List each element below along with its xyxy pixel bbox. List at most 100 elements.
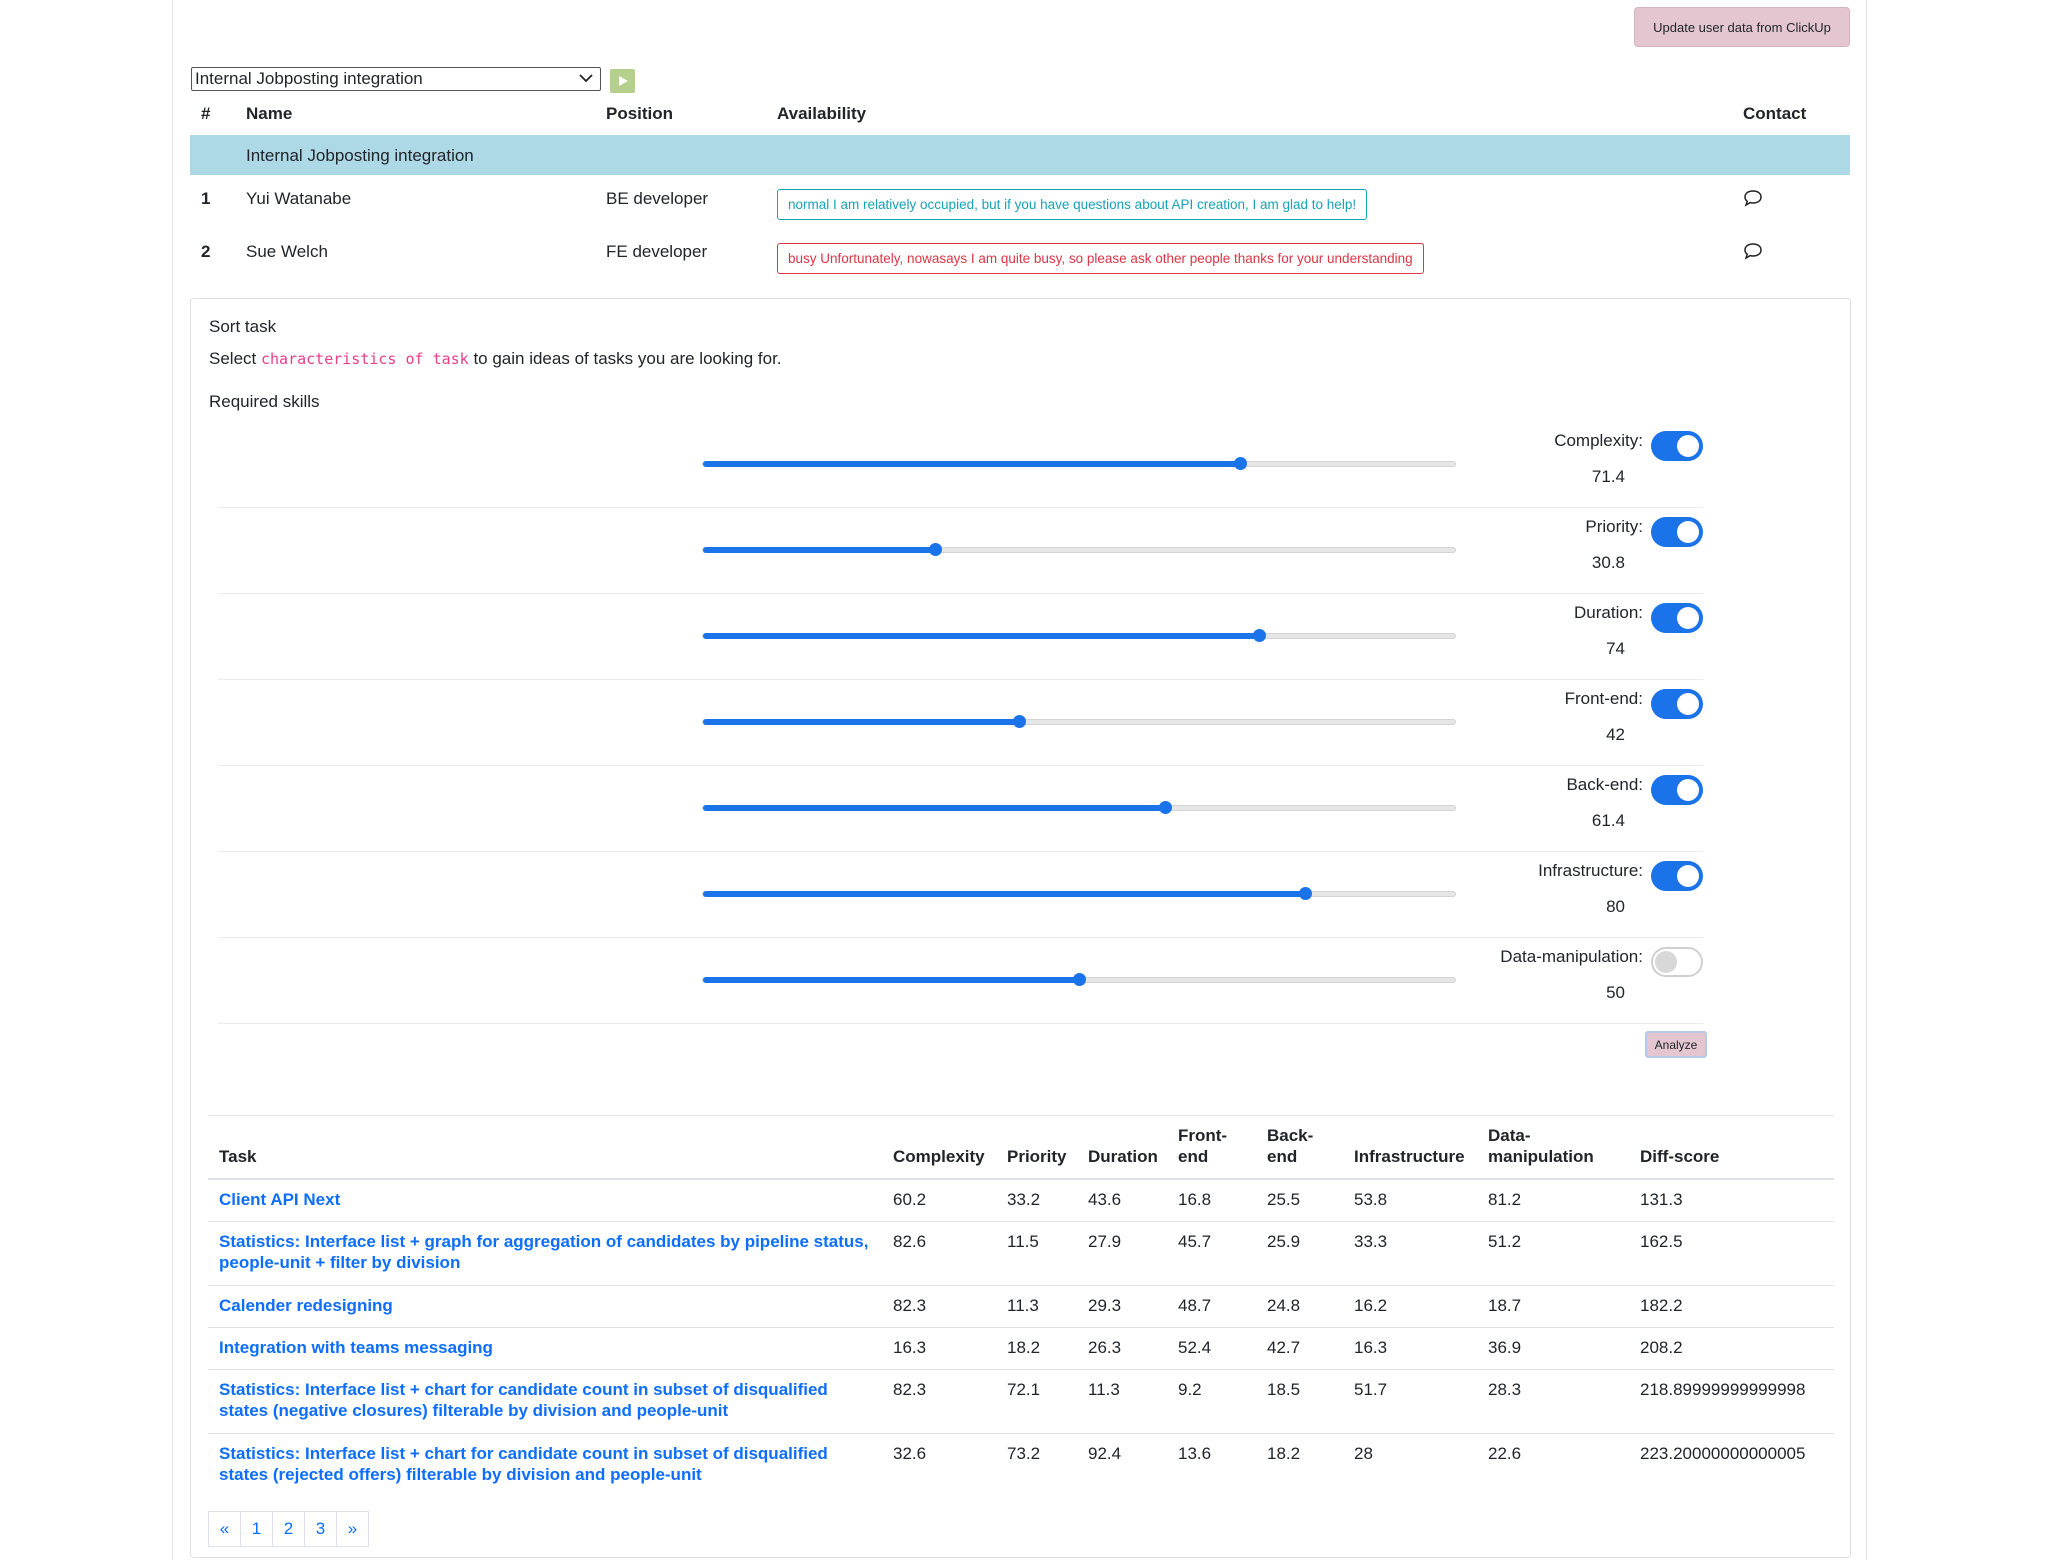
required-skills-label: Required skills (209, 392, 320, 411)
slider-handle[interactable] (928, 543, 942, 556)
pagination-page-2[interactable]: 2 (272, 1511, 305, 1547)
cell-diffscore: 131.3 (1640, 1190, 1683, 1209)
task-link[interactable]: Integration with teams messaging (219, 1338, 493, 1357)
intro-suffix: to gain ideas of tasks you are looking f… (473, 349, 782, 368)
update-user-data-button[interactable]: Update user data from ClickUp (1634, 7, 1850, 47)
pagination-page-1[interactable]: 1 (240, 1511, 273, 1547)
slider-handle[interactable] (1073, 973, 1086, 986)
slider-fill (703, 977, 1079, 983)
cell-priority: 33.2 (1007, 1190, 1041, 1209)
slider-fill (703, 633, 1260, 639)
member-name: Sue Welch (246, 242, 328, 261)
cell-datamanipulation: 81.2 (1488, 1190, 1522, 1209)
cell-diffscore: 218.89999999999998 (1640, 1380, 1806, 1399)
skill-toggle[interactable] (1651, 861, 1703, 891)
skill-toggle[interactable] (1651, 603, 1703, 633)
cell-duration: 43.6 (1088, 1190, 1122, 1209)
analyze-button[interactable]: Analyze (1645, 1031, 1707, 1058)
skill-slider[interactable] (702, 973, 1456, 986)
slider-handle[interactable] (1253, 629, 1267, 642)
task-link[interactable]: Statistics: Interface list + chart for c… (219, 1444, 828, 1484)
th-duration: Duration (1088, 1147, 1158, 1166)
slider-handle[interactable] (1012, 715, 1026, 728)
chat-icon[interactable] (1743, 241, 1763, 261)
team-group-label: Internal Jobposting integration (246, 146, 474, 165)
task-link[interactable]: Calender redesigning (219, 1296, 393, 1315)
pagination-prev[interactable]: « (208, 1511, 241, 1547)
member-number: 2 (201, 242, 211, 261)
skill-toggle[interactable] (1651, 775, 1703, 805)
cell-diffscore: 223.20000000000005 (1640, 1444, 1806, 1463)
skill-row-front-end: Front-end: 42 (218, 679, 1703, 766)
pagination: « 1 2 3 » (208, 1511, 369, 1547)
cell-frontend: 52.4 (1178, 1338, 1212, 1357)
cell-datamanipulation: 28.3 (1488, 1380, 1522, 1399)
pagination-page-3[interactable]: 3 (304, 1511, 337, 1547)
skill-value: 30.8 (1591, 553, 1625, 572)
task-link[interactable]: Statistics: Interface list + graph for a… (219, 1232, 868, 1272)
task-link[interactable]: Client API Next (219, 1190, 340, 1209)
skill-slider[interactable] (702, 629, 1456, 642)
skill-row-infrastructure: Infrastructure: 80 (218, 851, 1703, 938)
slider-handle[interactable] (1158, 801, 1172, 814)
cell-diffscore: 208.2 (1640, 1338, 1683, 1357)
skill-toggle[interactable] (1651, 947, 1703, 977)
table-header-rule (208, 1178, 1834, 1180)
skill-value: 50 (1606, 983, 1625, 1002)
play-button[interactable] (610, 69, 635, 93)
cell-duration: 11.3 (1088, 1380, 1120, 1399)
cell-backend: 18.5 (1267, 1380, 1301, 1399)
chat-icon[interactable] (1743, 188, 1763, 208)
availability-badge: normal I am relatively occupied, but if … (777, 189, 1368, 220)
skill-toggle[interactable] (1651, 689, 1703, 719)
task-link[interactable]: Statistics: Interface list + chart for c… (219, 1380, 828, 1420)
row-divider (208, 1221, 1834, 1222)
cell-priority: 72.1 (1007, 1380, 1041, 1399)
skill-label: Priority: (1585, 517, 1643, 536)
skill-label: Back-end: (1566, 775, 1643, 794)
skill-value: 80 (1606, 897, 1625, 916)
skill-label: Complexity: (1554, 431, 1643, 450)
skill-toggle[interactable] (1651, 517, 1703, 547)
skill-value: 74 (1606, 639, 1625, 658)
toggle-knob (1677, 779, 1699, 801)
cell-backend: 25.5 (1267, 1190, 1301, 1209)
slider-handle[interactable] (1298, 887, 1312, 900)
cell-infrastructure: 28 (1354, 1444, 1373, 1463)
cell-duration: 27.9 (1088, 1232, 1122, 1251)
toggle-knob (1677, 607, 1699, 629)
cell-complexity: 82.6 (893, 1232, 927, 1251)
cell-datamanipulation: 22.6 (1488, 1444, 1522, 1463)
th-priority: Priority (1007, 1147, 1067, 1166)
skill-slider[interactable] (702, 715, 1456, 728)
cell-priority: 18.2 (1007, 1338, 1041, 1357)
skill-slider[interactable] (702, 457, 1456, 470)
th-complexity: Complexity (893, 1147, 985, 1166)
cell-datamanipulation: 36.9 (1488, 1338, 1522, 1357)
availability-badge: busy Unfortunately, nowasays I am quite … (777, 243, 1424, 274)
th-infrastructure: Infrastructure (1354, 1147, 1465, 1166)
cell-complexity: 82.3 (893, 1296, 927, 1315)
sort-task-intro: Select characteristics of task to gain i… (209, 349, 782, 369)
project-select[interactable]: Internal Jobposting integration (191, 67, 601, 91)
th-diffscore: Diff-score (1640, 1147, 1720, 1166)
skill-toggle[interactable] (1651, 431, 1703, 461)
cell-complexity: 16.3 (893, 1338, 927, 1357)
cell-frontend: 48.7 (1178, 1296, 1212, 1315)
member-name: Yui Watanabe (246, 189, 352, 208)
cell-priority: 73.2 (1007, 1444, 1041, 1463)
cell-priority: 11.3 (1007, 1296, 1039, 1315)
cell-backend: 42.7 (1267, 1338, 1301, 1357)
slider-fill (703, 719, 1019, 725)
cell-backend: 24.8 (1267, 1296, 1301, 1315)
cell-duration: 26.3 (1088, 1338, 1122, 1357)
skill-slider[interactable] (702, 801, 1456, 814)
skill-slider[interactable] (702, 887, 1456, 900)
skill-slider[interactable] (702, 543, 1456, 556)
skill-label: Duration: (1574, 603, 1643, 622)
cell-datamanipulation: 51.2 (1488, 1232, 1522, 1251)
slider-handle[interactable] (1233, 457, 1247, 470)
th-frontend: Front-end (1178, 1126, 1228, 1166)
pagination-next[interactable]: » (336, 1511, 369, 1547)
chevron-down-icon (578, 71, 594, 87)
